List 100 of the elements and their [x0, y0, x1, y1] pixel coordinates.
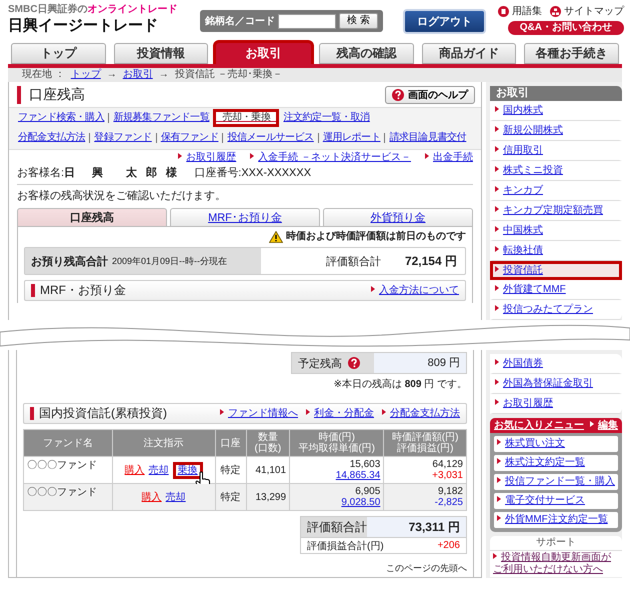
subnav-link[interactable]: 運用レポート [322, 131, 382, 145]
page-top-link[interactable]: このページの先頭へ [386, 563, 467, 574]
help-button[interactable]: 画面のヘルプ [385, 86, 475, 104]
profit-loss-label: 評価損益合計(円) [307, 540, 384, 552]
breadcrumb-link[interactable]: お取引 [122, 69, 153, 81]
value-label: 評価額合計 [326, 254, 381, 268]
logout-button[interactable]: ログアウト [403, 9, 486, 34]
subnav-link[interactable]: 注文約定一覧・取消 [282, 111, 371, 125]
average-cost-link[interactable]: 14,865.34 [336, 470, 380, 481]
customer-info: お客様名:日 興 太 郎 様 口座番号:XXX-XXXXXX [17, 164, 473, 185]
column-header: 時価(円) 平均取得単価(円) [290, 430, 384, 456]
price-text: 15,603 [348, 459, 380, 470]
profit-loss-total: +206 [437, 540, 460, 551]
value-text: 64,129 [431, 459, 463, 470]
subnav-link[interactable]: 分配金支払方法 [17, 131, 86, 145]
fund-name: 〇〇〇ファンド [24, 484, 112, 510]
balance-tab[interactable]: 外貨預り金 [323, 208, 473, 226]
support-link[interactable]: 投資情報自動更新画面がご利用いただけない方へ [490, 551, 622, 577]
book-icon [498, 6, 509, 16]
sidebar-item[interactable]: 国内株式 [490, 101, 622, 121]
sitemap-link[interactable]: サイトマップ [564, 4, 624, 18]
subnav-link[interactable]: 登録ファンド [93, 131, 153, 145]
tagline: SMBC日興証券のオンライントレード [8, 4, 178, 16]
sidebar-item[interactable]: キンカブ定期定額売買 [490, 201, 622, 221]
subnav-link[interactable]: 新規募集ファンド一覧 [112, 111, 210, 125]
section-link[interactable]: 分配金支払方法 [382, 406, 460, 421]
subnav-tab[interactable]: 売却・乗換 [213, 109, 280, 127]
table-cell: 13,299 [246, 484, 290, 510]
edit-link[interactable]: 編集 [590, 419, 618, 432]
profit-loss-text: -2,825 [434, 497, 463, 508]
section-link[interactable]: 入金方法について [371, 283, 459, 298]
total-label: お預り残高合計 [31, 254, 108, 268]
value-label: 評価額合計 [307, 518, 367, 536]
section-title: MRF・お預り金 [40, 283, 126, 298]
favorite-item[interactable]: 投信ファンド一覧・購入 [494, 474, 618, 490]
column-header: 時価評価額(円) 評価損益(円) [384, 430, 466, 456]
breadcrumb-current: 投資信託 －売却･乗換－ [174, 69, 283, 81]
quick-link[interactable]: 入金手続 －ネット決済サービス－ [250, 152, 411, 164]
subnav-link[interactable]: 投信メールサービス [226, 131, 315, 145]
nav-tab[interactable]: お取引 [213, 40, 314, 64]
nav-tab[interactable]: トップ [8, 40, 109, 64]
support-title: サポート [490, 536, 622, 551]
breadcrumb-label: 現在地 ： [22, 69, 65, 81]
timestamp: 2009年01月09日--時--分現在 [112, 254, 228, 268]
title-accent [17, 86, 21, 104]
intro-text: お客様の残高状況をご確認いただけます。 [17, 188, 227, 204]
help-icon [348, 357, 360, 369]
search-label: 銘柄名／コード [205, 14, 275, 28]
breadcrumb-separator: → [106, 69, 117, 81]
sidebar-item[interactable]: 外貨建てMMF [490, 280, 622, 300]
subnav-link[interactable]: 請求目論見書交付 [388, 131, 468, 145]
notice-text: 時価および時価評価額は前日のものです [286, 231, 466, 243]
subnav-link[interactable]: ファンド検索・購入 [17, 111, 106, 125]
subnav-link[interactable]: 保有ファンド [160, 131, 220, 145]
balance-tab[interactable]: 口座残高 [17, 208, 167, 226]
search-button[interactable]: 検索 [339, 13, 378, 29]
sidebar-item[interactable]: 外国債券 [490, 354, 622, 374]
section-link[interactable]: 利金・分配金 [306, 406, 374, 421]
column-header: 注文指示 [112, 430, 216, 456]
sidebar-title: お取引 [490, 86, 622, 101]
scheduled-value: 809 円 [374, 353, 466, 373]
scheduled-label: 予定残高 [298, 356, 342, 370]
nav-tab[interactable]: 残高の確認 [316, 40, 417, 64]
favorite-item[interactable]: 株式注文約定一覧 [494, 455, 618, 471]
sidebar-item[interactable]: 信用取引 [490, 141, 622, 161]
sidebar-item[interactable]: 投資信託 [490, 261, 622, 280]
buy-link[interactable]: 購入 [124, 465, 145, 476]
sidebar-item[interactable]: 新規公開株式 [490, 121, 622, 141]
favorite-item[interactable]: 株式買い注文 [494, 436, 618, 452]
glossary-link[interactable]: 用語集 [512, 4, 542, 18]
contact-button[interactable]: Q&A・お問い合わせ [508, 21, 624, 35]
column-header: 口座 [215, 430, 246, 456]
breadcrumb-link[interactable]: トップ [70, 69, 101, 81]
favorite-item[interactable]: 電子交付サービス [494, 493, 618, 509]
search-field[interactable] [278, 14, 336, 28]
page-title: 口座残高 [29, 86, 85, 104]
sidebar-item[interactable]: 株式ミニ投資 [490, 161, 622, 181]
balance-tab[interactable]: MRF･お預り金 [170, 208, 320, 226]
table-cell: 特定 [215, 484, 246, 510]
total-value: 72,154 円 [404, 252, 457, 270]
value-text: 9,182 [436, 486, 463, 497]
quick-link[interactable]: お取引履歴 [178, 152, 236, 164]
price-text: 6,905 [354, 486, 380, 497]
title-accent [30, 407, 34, 420]
quick-link[interactable]: 出金手続 [425, 152, 473, 164]
sell-link[interactable]: 売却 [166, 492, 186, 503]
average-cost-link[interactable]: 9,028.50 [341, 497, 380, 508]
logo: 日興イージートレード [8, 16, 159, 36]
sell-link[interactable]: 売却 [148, 465, 169, 476]
favorite-item[interactable]: 外貨MMF注文約定一覧 [494, 512, 618, 528]
balance-note: ※本日の残高は 809 円 です。 [334, 378, 467, 391]
section-title: 国内投資信託(累積投資) [39, 406, 167, 421]
sidebar-item[interactable]: 外国為替保証金取引 [490, 374, 622, 394]
section-link[interactable]: ファンド情報へ [220, 406, 298, 421]
favorites-title[interactable]: お気に入りメニュー [494, 419, 584, 432]
sidebar-item[interactable]: 投信つみたてプラン [490, 300, 622, 320]
sidebar-item[interactable]: お取引履歴 [490, 394, 622, 414]
sidebar-item[interactable]: キンカブ [490, 181, 622, 201]
sidebar-item[interactable]: 中国株式 [490, 221, 622, 241]
buy-link[interactable]: 購入 [142, 492, 162, 503]
